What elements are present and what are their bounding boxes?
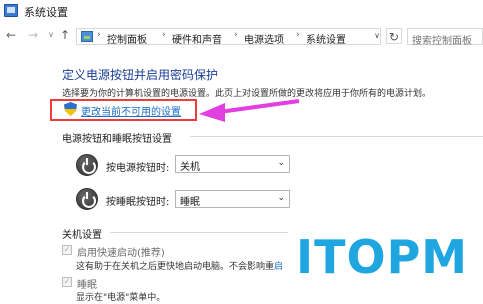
section-divider <box>190 136 483 137</box>
forward-button[interactable]: → <box>26 27 40 43</box>
power-icon <box>76 188 98 210</box>
highlight-box <box>50 99 197 121</box>
refresh-button[interactable]: ↻ <box>386 28 402 44</box>
power-icon <box>76 154 98 176</box>
fast-startup-description: 这有助于在关机之后更快地启动电脑。不会影响重启 <box>76 259 283 272</box>
up-button[interactable]: ↑ <box>58 27 72 43</box>
control-panel-icon <box>4 4 18 17</box>
breadcrumb-system-settings[interactable]: 系统设置 <box>306 31 346 46</box>
page-title: 定义电源按钮并启用密码保护 <box>62 68 219 82</box>
chevron-down-icon: ⌄ <box>277 193 285 203</box>
address-bar[interactable]: › 控制面板 › 硬件和声音 › 电源选项 › 系统设置 <box>76 28 381 46</box>
control-panel-icon <box>81 31 93 42</box>
learn-more-link[interactable]: 启 <box>274 262 283 272</box>
breadcrumb-power-options[interactable]: 电源选项 <box>244 31 284 46</box>
sleep-button-label: 按睡眠按钮时: <box>106 197 170 208</box>
breadcrumb-hardware-sound[interactable]: 硬件和声音 <box>172 31 222 46</box>
breadcrumb-separator: › <box>296 30 300 40</box>
search-input[interactable] <box>408 34 482 49</box>
power-button-select[interactable]: 关机 ⌄ <box>175 155 290 173</box>
power-button-label: 按电源按钮时: <box>106 163 170 174</box>
window-title: 系统设置 <box>24 6 68 19</box>
power-button-value: 关机 <box>180 162 200 173</box>
breadcrumb-separator: › <box>162 30 166 40</box>
sleep-checkbox[interactable]: ✓ <box>62 277 72 287</box>
chevron-down-icon: ⌄ <box>277 158 285 168</box>
pointer-arrow <box>199 99 300 122</box>
search-box[interactable] <box>407 28 483 49</box>
breadcrumb-separator: › <box>234 30 238 40</box>
title-bar: 系统设置 <box>0 0 483 22</box>
watermark-logo: ITOPM <box>296 230 469 284</box>
power-section-heading: 电源按钮和睡眠按钮设置 <box>62 134 172 145</box>
sleep-label: 睡眠 <box>77 280 97 291</box>
address-dropdown-button[interactable]: ∨ <box>371 28 383 44</box>
breadcrumb-control-panel[interactable]: 控制面板 <box>107 31 147 46</box>
fast-startup-label: 启用快速启动(推荐) <box>77 248 165 259</box>
back-button[interactable]: ← <box>4 27 18 43</box>
section-divider <box>110 232 288 233</box>
recent-locations-button[interactable]: ∨ <box>44 27 58 43</box>
shutdown-section-heading: 关机设置 <box>62 230 102 241</box>
fast-startup-description-text: 这有助于在关机之后更快地启动电脑。不会影响重 <box>76 262 275 272</box>
fast-startup-checkbox[interactable]: ✓ <box>62 245 72 255</box>
sleep-button-value: 睡眠 <box>180 197 200 208</box>
watermark: ITOPM <box>288 222 483 304</box>
sleep-button-select[interactable]: 睡眠 ⌄ <box>175 190 290 208</box>
sleep-description: 显示在"电源"菜单中。 <box>76 293 166 303</box>
breadcrumb-separator: › <box>97 30 101 40</box>
